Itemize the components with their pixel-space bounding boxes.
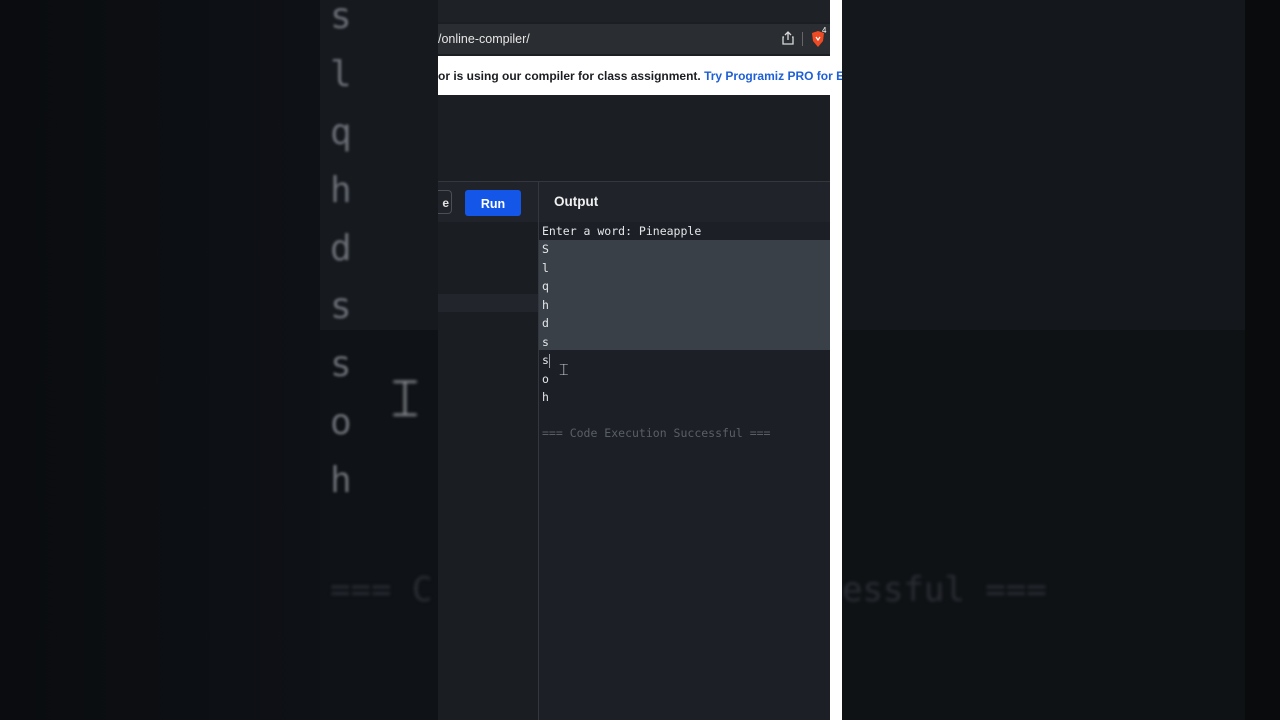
extension-badge: 4 [822, 26, 827, 35]
bg-edge [1245, 0, 1280, 720]
address-bar[interactable]: /online-compiler/ 4 [438, 24, 830, 54]
bg-panel-bottom-right [842, 330, 1245, 720]
bg-letter: l [330, 54, 352, 95]
bg-letter: o [330, 402, 352, 443]
output-line: h [542, 297, 549, 312]
output-line: d [542, 316, 549, 330]
browser-strip: /online-compiler/ 4 or is using our comp… [438, 0, 842, 720]
bg-letter: q [330, 112, 352, 153]
bg-status-right: essful === [842, 570, 1047, 610]
bg-status-left: === C [330, 570, 433, 610]
output-title: Output [554, 194, 599, 209]
bg-letter: h [330, 170, 352, 211]
output-line: l [542, 260, 549, 275]
output-prompt-line: Enter a word: Pineapple [542, 224, 702, 238]
browser-tabbar [438, 0, 842, 22]
promo-banner: or is using our compiler for class assig… [438, 56, 842, 95]
url-text[interactable]: /online-compiler/ [438, 32, 530, 46]
output-console[interactable]: Enter a word: Pineapple S l q h d s s o … [539, 222, 830, 720]
run-button[interactable]: Run [465, 190, 521, 216]
bg-output-letters: s l q h d s s o h [330, 0, 352, 510]
bg-letter: s [330, 344, 352, 385]
share-icon[interactable] [782, 31, 794, 45]
address-separator [802, 32, 803, 46]
execution-status: === Code Execution Successful === [542, 426, 771, 440]
active-line-highlight [438, 294, 538, 312]
text-selection [539, 240, 830, 350]
banner-text: or is using our compiler for class assig… [438, 69, 842, 83]
output-line: s [542, 334, 549, 349]
bg-letter: d [330, 228, 352, 269]
output-line: s [542, 353, 549, 367]
banner-message: or is using our compiler for class assig… [438, 69, 705, 83]
bg-letter: s [330, 0, 352, 37]
page-edge [830, 0, 842, 720]
text-caret [549, 354, 550, 368]
code-editor[interactable] [438, 222, 538, 720]
background-left: s l q h d s s o h 𝙸 === C [0, 0, 438, 720]
output-line: q [542, 279, 549, 293]
compiler-toolbar: e Run Output [438, 181, 830, 223]
bg-letter: s [330, 286, 352, 327]
banner-link[interactable]: Try Programiz PRO for Educ [704, 69, 842, 83]
output-line: o [542, 371, 549, 386]
save-button[interactable]: e [438, 190, 452, 214]
background-right: essful === [842, 0, 1280, 720]
output-line: h [542, 390, 549, 404]
bg-letter: h [330, 460, 352, 501]
page-header [438, 95, 830, 181]
ibeam-cursor-icon: ⌶ [559, 360, 569, 379]
bg-ibeam-cursor-icon: 𝙸 [386, 366, 425, 429]
bg-panel-top-right [842, 0, 1245, 330]
output-line: S [542, 242, 549, 256]
